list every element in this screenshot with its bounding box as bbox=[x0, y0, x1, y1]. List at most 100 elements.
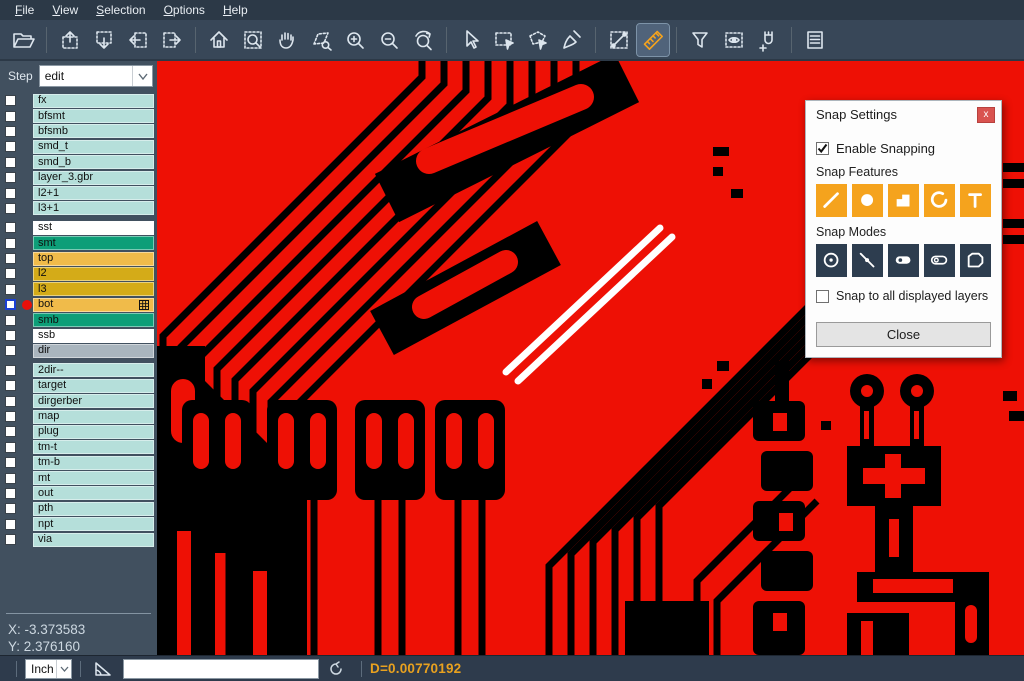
refresh-icon[interactable] bbox=[327, 660, 345, 678]
layer-label-mt[interactable]: mt bbox=[33, 471, 154, 485]
select-rect-button[interactable] bbox=[488, 24, 520, 56]
layer-label-smt[interactable]: smt bbox=[33, 236, 154, 250]
filter-button[interactable] bbox=[684, 24, 716, 56]
snap-arc-button[interactable] bbox=[924, 184, 955, 217]
layer-label-l2+1[interactable]: l2+1 bbox=[33, 186, 154, 200]
layer-label-bot[interactable]: bot bbox=[33, 298, 154, 312]
layer-checkbox-bfsmb[interactable] bbox=[5, 126, 16, 137]
report-panel-button[interactable] bbox=[799, 24, 831, 56]
layer-label-plug[interactable]: plug bbox=[33, 425, 154, 439]
pan-right-button[interactable] bbox=[156, 24, 188, 56]
layer-label-npt[interactable]: npt bbox=[33, 517, 154, 531]
menu-help[interactable]: Help bbox=[214, 1, 257, 19]
close-icon[interactable]: x bbox=[977, 107, 995, 123]
select-polygon-button[interactable] bbox=[522, 24, 554, 56]
menu-selection[interactable]: Selection bbox=[87, 1, 154, 19]
layer-checkbox-via[interactable] bbox=[5, 534, 16, 545]
layer-checkbox-layer_3.gbr[interactable] bbox=[5, 172, 16, 183]
layer-checkbox-dirgerber[interactable] bbox=[5, 396, 16, 407]
layer-checkbox-map[interactable] bbox=[5, 411, 16, 422]
layer-checkbox-l3+1[interactable] bbox=[5, 203, 16, 214]
layer-checkbox-sst[interactable] bbox=[5, 222, 16, 233]
pcb-canvas[interactable]: Snap Settings x Enable Snapping Snap Fea… bbox=[157, 61, 1024, 655]
menu-options[interactable]: Options bbox=[155, 1, 214, 19]
layer-checkbox-smt[interactable] bbox=[5, 238, 16, 249]
layer-checkbox-fx[interactable] bbox=[5, 95, 16, 106]
zoom-in-button[interactable] bbox=[339, 24, 371, 56]
snap-midpoint-button[interactable] bbox=[852, 244, 883, 277]
layer-checkbox-plug[interactable] bbox=[5, 426, 16, 437]
layer-checkbox-bfsmt[interactable] bbox=[5, 111, 16, 122]
menu-view[interactable]: View bbox=[43, 1, 87, 19]
layer-label-2dir--[interactable]: 2dir-- bbox=[33, 363, 154, 377]
measure-ruler-button[interactable] bbox=[637, 24, 669, 56]
layer-checkbox-target[interactable] bbox=[5, 380, 16, 391]
layer-checkbox-mt[interactable] bbox=[5, 473, 16, 484]
layer-checkbox-smb[interactable] bbox=[5, 315, 16, 326]
layer-label-out[interactable]: out bbox=[33, 486, 154, 500]
unit-select[interactable]: Inch bbox=[25, 659, 72, 679]
measure-distance-button[interactable] bbox=[603, 24, 635, 56]
layer-label-target[interactable]: target bbox=[33, 379, 154, 393]
pan-down-button[interactable] bbox=[88, 24, 120, 56]
measure-input[interactable] bbox=[123, 659, 319, 679]
layer-label-top[interactable]: top bbox=[33, 252, 154, 266]
menu-file[interactable]: File bbox=[6, 1, 43, 19]
layer-checkbox-l2+1[interactable] bbox=[5, 188, 16, 199]
layer-checkbox-ssb[interactable] bbox=[5, 330, 16, 341]
layer-label-dirgerber[interactable]: dirgerber bbox=[33, 394, 154, 408]
layer-label-pth[interactable]: pth bbox=[33, 502, 154, 516]
layer-checkbox-top[interactable] bbox=[5, 253, 16, 264]
layer-label-smb[interactable]: smb bbox=[33, 313, 154, 327]
layer-checkbox-l3[interactable] bbox=[5, 284, 16, 295]
snap-surface-button[interactable] bbox=[888, 184, 919, 217]
view-eye-button[interactable] bbox=[718, 24, 750, 56]
layer-label-dir[interactable]: dir bbox=[33, 344, 154, 358]
layer-checkbox-npt[interactable] bbox=[5, 519, 16, 530]
layer-checkbox-tm-t[interactable] bbox=[5, 442, 16, 453]
zoom-polygon-button[interactable] bbox=[305, 24, 337, 56]
close-button[interactable]: Close bbox=[816, 322, 991, 347]
snap-text-button[interactable] bbox=[960, 184, 991, 217]
layer-checkbox-dir[interactable] bbox=[5, 345, 16, 356]
snap-line-button[interactable] bbox=[816, 184, 847, 217]
zoom-previous-button[interactable] bbox=[407, 24, 439, 56]
layer-label-ssb[interactable]: ssb bbox=[33, 329, 154, 343]
snap-dialog-titlebar[interactable]: Snap Settings x bbox=[806, 101, 1001, 128]
zoom-out-button[interactable] bbox=[373, 24, 405, 56]
layer-label-layer_3.gbr[interactable]: layer_3.gbr bbox=[33, 171, 154, 185]
layer-label-smd_t[interactable]: smd_t bbox=[33, 140, 154, 154]
pan-hand-button[interactable] bbox=[271, 24, 303, 56]
zoom-window-button[interactable] bbox=[237, 24, 269, 56]
layer-label-via[interactable]: via bbox=[33, 533, 154, 547]
layer-checkbox-2dir--[interactable] bbox=[5, 365, 16, 376]
layer-checkbox-pth[interactable] bbox=[5, 503, 16, 514]
snap-contour-button[interactable] bbox=[960, 244, 991, 277]
clear-brush-button[interactable] bbox=[556, 24, 588, 56]
open-file-button[interactable] bbox=[7, 24, 39, 56]
snap-center-button[interactable] bbox=[816, 244, 847, 277]
layer-checkbox-tm-b[interactable] bbox=[5, 457, 16, 468]
home-view-button[interactable] bbox=[203, 24, 235, 56]
layer-checkbox-smd_b[interactable] bbox=[5, 157, 16, 168]
enable-snapping-checkbox[interactable] bbox=[816, 142, 829, 155]
pan-up-button[interactable] bbox=[54, 24, 86, 56]
snap-slot-filled-button[interactable] bbox=[888, 244, 919, 277]
layer-label-l3[interactable]: l3 bbox=[33, 282, 154, 296]
pan-left-button[interactable] bbox=[122, 24, 154, 56]
layer-checkbox-smd_t[interactable] bbox=[5, 141, 16, 152]
select-cursor-button[interactable] bbox=[454, 24, 486, 56]
layer-label-tm-t[interactable]: tm-t bbox=[33, 440, 154, 454]
snap-slot-outline-button[interactable] bbox=[924, 244, 955, 277]
step-select[interactable]: edit bbox=[39, 65, 153, 87]
angle-measure-icon[interactable] bbox=[93, 660, 113, 678]
layer-label-fx[interactable]: fx bbox=[33, 94, 154, 108]
layer-label-sst[interactable]: sst bbox=[33, 221, 154, 235]
layer-label-smd_b[interactable]: smd_b bbox=[33, 155, 154, 169]
layer-label-tm-b[interactable]: tm-b bbox=[33, 456, 154, 470]
layer-checkbox-l2[interactable] bbox=[5, 268, 16, 279]
layer-label-bfsmt[interactable]: bfsmt bbox=[33, 109, 154, 123]
snap-pad-button[interactable] bbox=[852, 184, 883, 217]
layer-label-l3+1[interactable]: l3+1 bbox=[33, 201, 154, 215]
layer-checkbox-out[interactable] bbox=[5, 488, 16, 499]
